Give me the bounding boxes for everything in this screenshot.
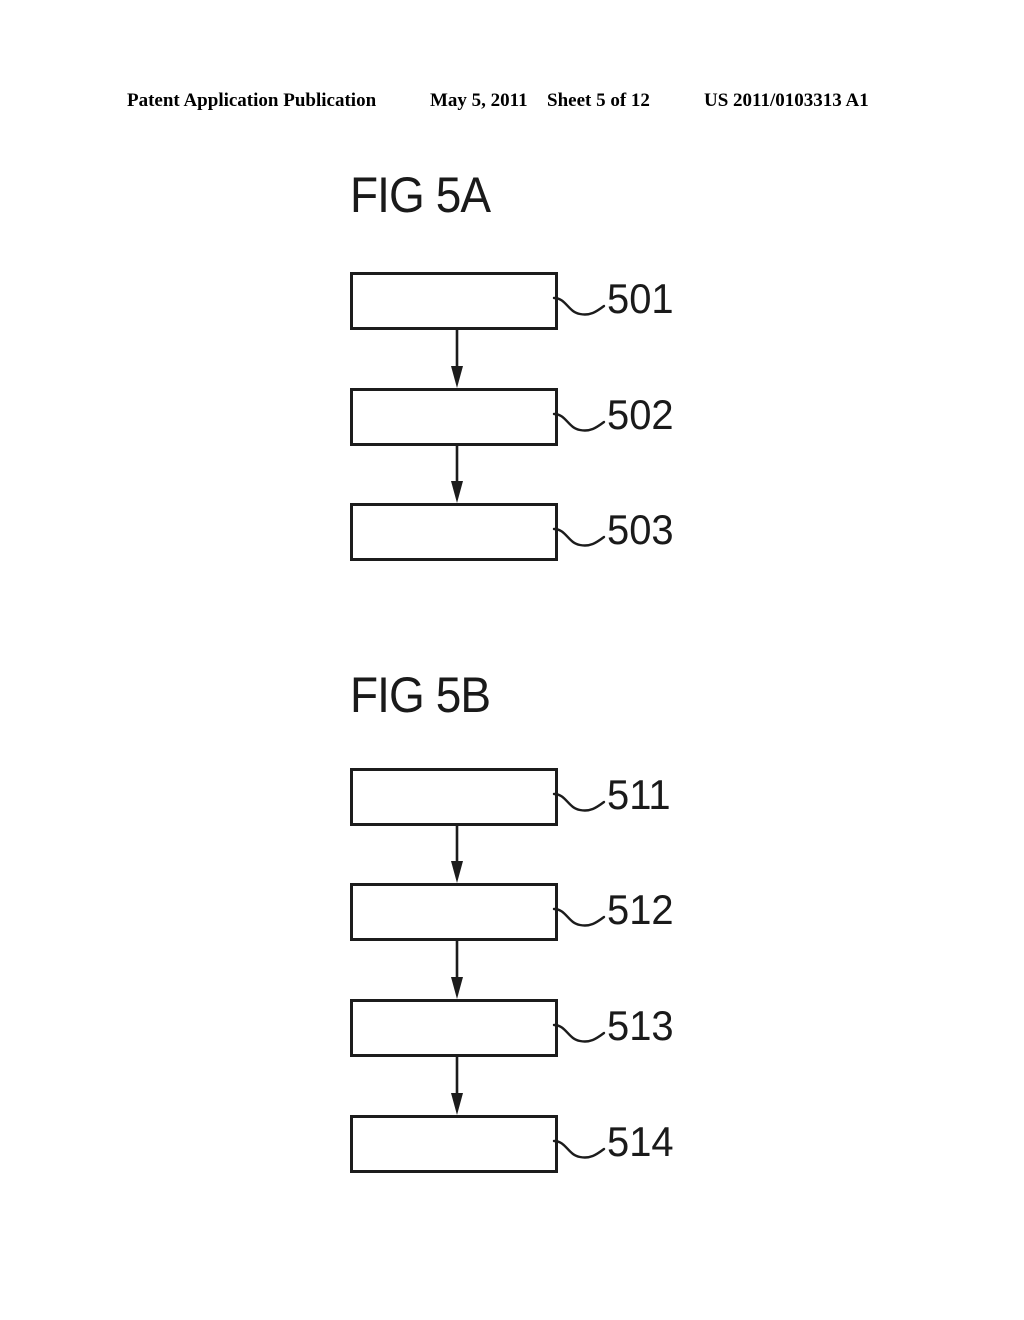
reference-numeral-514: 514 — [607, 1118, 674, 1165]
connector-arrow-511-512 — [443, 826, 471, 883]
reference-group-513: 513 — [552, 999, 732, 1055]
figure-5a: FIG 5A 501 502 503 — [0, 170, 1024, 590]
leader-line-514 — [552, 1139, 606, 1159]
figure-5a-title: FIG 5A — [350, 167, 491, 223]
reference-numeral-501: 501 — [607, 275, 674, 322]
leader-line-512 — [552, 907, 606, 927]
flow-box-502 — [350, 388, 558, 446]
reference-numeral-511: 511 — [607, 771, 671, 818]
flow-box-511 — [350, 768, 558, 826]
leader-line-502 — [552, 412, 606, 432]
reference-group-501: 501 — [552, 272, 732, 328]
reference-group-514: 514 — [552, 1115, 732, 1171]
flow-box-514 — [350, 1115, 558, 1173]
connector-arrow-502-503 — [443, 446, 471, 503]
flow-box-513 — [350, 999, 558, 1057]
connector-arrow-513-514 — [443, 1057, 471, 1115]
connector-arrow-501-502 — [443, 330, 471, 388]
leader-line-513 — [552, 1023, 606, 1043]
figure-5b-title: FIG 5B — [350, 667, 491, 723]
flow-box-512 — [350, 883, 558, 941]
flow-box-501 — [350, 272, 558, 330]
drawing-sheet: FIG 5A 501 502 503 FIG 5B 511 512 513 51… — [0, 0, 1024, 1320]
leader-line-503 — [552, 527, 606, 547]
connector-arrow-512-513 — [443, 941, 471, 999]
leader-line-501 — [552, 296, 606, 316]
leader-line-511 — [552, 792, 606, 812]
reference-numeral-502: 502 — [607, 391, 674, 438]
figure-5b: FIG 5B 511 512 513 514 — [0, 670, 1024, 1200]
reference-numeral-513: 513 — [607, 1002, 674, 1049]
reference-numeral-512: 512 — [607, 886, 674, 933]
reference-group-511: 511 — [552, 768, 732, 824]
reference-group-512: 512 — [552, 883, 732, 939]
reference-numeral-503: 503 — [607, 506, 674, 553]
reference-group-503: 503 — [552, 503, 732, 559]
reference-group-502: 502 — [552, 388, 732, 444]
flow-box-503 — [350, 503, 558, 561]
